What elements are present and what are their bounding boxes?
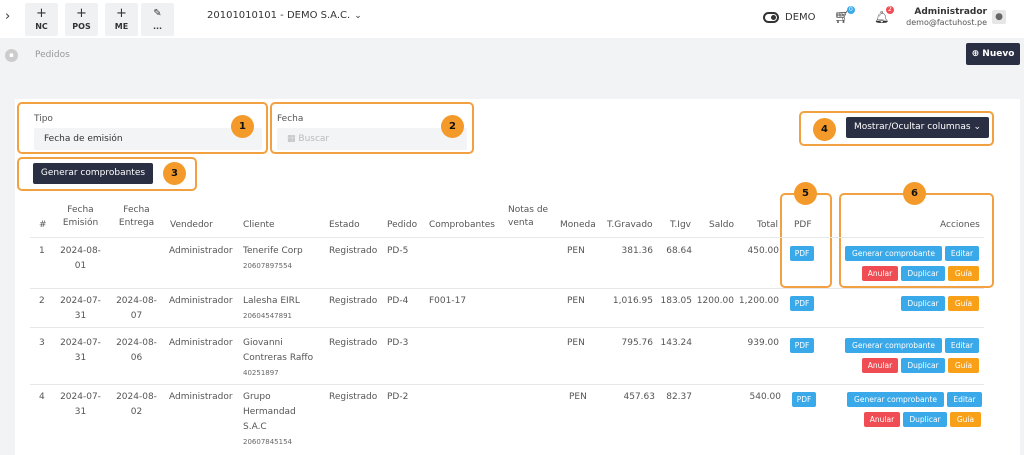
plus-circle-icon: ⊕ xyxy=(971,49,980,59)
header-vendedor: Vendedor xyxy=(170,220,213,230)
duplicate-button[interactable]: Duplicar xyxy=(901,358,945,373)
header-t-igv: T.Igv xyxy=(670,220,691,230)
pdf-button[interactable]: PDF xyxy=(790,246,814,261)
header-acciones: Acciones xyxy=(940,220,980,230)
edit-button[interactable]: Editar xyxy=(947,392,982,407)
quick-nc-button[interactable]: + NC xyxy=(25,3,58,36)
header-moneda: Moneda xyxy=(560,220,596,230)
company-selector[interactable]: 20101010101 - DEMO S.A.C. ⌄ xyxy=(207,10,362,21)
divider xyxy=(30,237,984,238)
quick-me-button[interactable]: + ME xyxy=(105,3,138,36)
step-5-badge: 5 xyxy=(794,182,817,205)
quick-pos-button[interactable]: + POS xyxy=(65,3,98,36)
edit-button[interactable]: Editar xyxy=(945,338,979,353)
guide-button[interactable]: Guía xyxy=(948,296,979,311)
divider xyxy=(30,288,984,289)
divider xyxy=(30,384,984,385)
header-comprobantes: Comprobantes xyxy=(429,220,495,230)
header-total: Total xyxy=(757,220,779,230)
cancel-button[interactable]: Anular xyxy=(862,266,898,281)
cancel-button[interactable]: Anular xyxy=(864,412,900,427)
divider xyxy=(30,327,984,328)
demo-label: DEMO xyxy=(785,12,816,23)
chevron-right-icon[interactable]: › xyxy=(5,9,10,24)
header-saldo: Saldo xyxy=(709,220,734,230)
plus-icon: + xyxy=(36,6,47,21)
top-bar: › + NC + POS + ME ✎ ... 20101010101 - DE… xyxy=(0,0,1024,38)
header-t-gravado: T.Gravado xyxy=(607,220,653,230)
orders-icon: ▪ xyxy=(5,49,18,62)
duplicate-button[interactable]: Duplicar xyxy=(901,296,945,311)
user-name: Administrador xyxy=(914,7,987,17)
plus-icon: + xyxy=(116,6,127,21)
breadcrumb: Pedidos xyxy=(35,50,70,60)
step-2-badge: 2 xyxy=(441,115,464,138)
header-estado: Estado xyxy=(329,220,360,230)
plus-icon: + xyxy=(76,6,87,21)
header-fecha-emision: Fecha Emisión xyxy=(62,205,99,228)
duplicate-button[interactable]: Duplicar xyxy=(901,266,945,281)
guide-button[interactable]: Guía xyxy=(950,412,981,427)
header-fecha-entrega: Fecha Entrega xyxy=(118,205,155,228)
guide-button[interactable]: Guía xyxy=(948,358,979,373)
pdf-button[interactable]: PDF xyxy=(792,392,816,407)
user-email: demo@factuhost.pe xyxy=(906,18,987,27)
cancel-button[interactable]: Anular xyxy=(862,358,898,373)
pencil-icon: ✎ xyxy=(153,8,162,19)
pdf-button[interactable]: PDF xyxy=(790,296,814,311)
guide-button[interactable]: Guía xyxy=(948,266,979,281)
duplicate-button[interactable]: Duplicar xyxy=(903,412,947,427)
header-notas-venta: Notas de venta xyxy=(508,205,549,228)
step-1-badge: 1 xyxy=(231,115,254,138)
header-num: # xyxy=(39,220,47,230)
toggle-icon[interactable] xyxy=(763,12,779,23)
pdf-button[interactable]: PDF xyxy=(790,338,814,353)
notification-badge: 2 xyxy=(886,6,894,14)
step-6-badge: 6 xyxy=(903,182,926,205)
chevron-down-icon: ⌄ xyxy=(354,11,362,21)
quick-more-button[interactable]: ✎ ... xyxy=(141,3,174,36)
generate-document-button[interactable]: Generar comprobante xyxy=(845,338,942,353)
step-3-badge: 3 xyxy=(163,162,186,185)
user-avatar-icon[interactable]: ● xyxy=(992,10,1006,24)
comprobante-link[interactable]: F001-17 xyxy=(429,294,466,309)
callout-box-5 xyxy=(780,193,832,288)
generate-document-button[interactable]: Generar comprobante xyxy=(845,246,942,261)
cart-badge: 0 xyxy=(847,6,855,14)
new-order-button[interactable]: ⊕ Nuevo xyxy=(966,43,1020,65)
edit-button[interactable]: Editar xyxy=(945,246,979,261)
header-pdf: PDF xyxy=(794,220,812,230)
generate-document-button[interactable]: Generar comprobante xyxy=(847,392,944,407)
header-cliente: Cliente xyxy=(243,220,275,230)
header-pedido: Pedido xyxy=(387,220,418,230)
step-4-badge: 4 xyxy=(813,118,836,141)
